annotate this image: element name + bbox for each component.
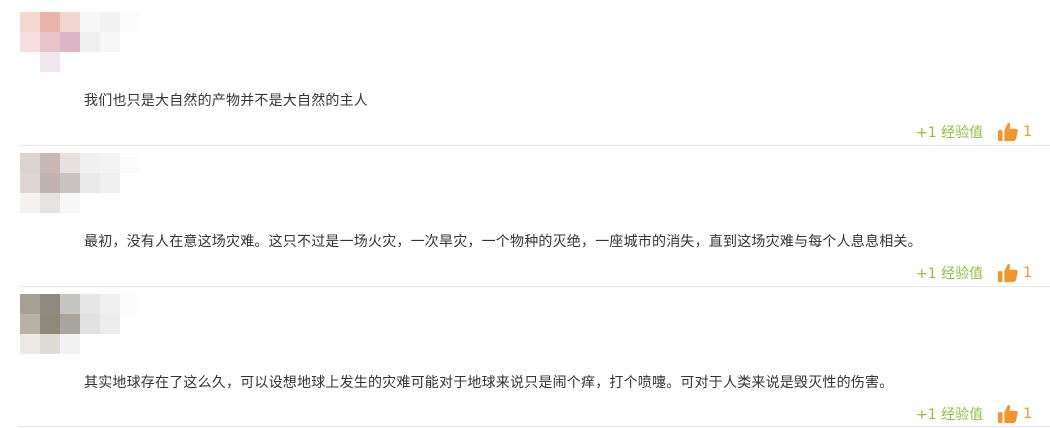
comment-item: 我们也只是大自然的产物并不是大自然的主人 +1 经验值 1 xyxy=(0,12,1050,154)
avatar-pixel xyxy=(20,173,40,193)
avatar-pixel xyxy=(40,32,60,52)
avatar-pixel xyxy=(120,32,140,52)
comment-item: 最初，没有人在意这场灾难。这只不过是一场火灾，一次旱灾，一个物种的灭绝，一座城市… xyxy=(0,153,1050,295)
like-count: 1 xyxy=(1023,265,1032,281)
avatar-pixel xyxy=(100,173,120,193)
avatar-pixel xyxy=(80,193,100,213)
thumbs-up-icon xyxy=(997,122,1018,142)
avatar-pixel xyxy=(80,334,100,354)
thumbs-up-icon xyxy=(997,263,1018,283)
avatar-pixel xyxy=(100,52,120,72)
avatar-pixel xyxy=(100,334,120,354)
avatar[interactable] xyxy=(20,153,140,213)
avatar-pixel xyxy=(120,334,140,354)
avatar-pixel xyxy=(100,314,120,334)
avatar-pixel xyxy=(100,193,120,213)
avatar-pixel xyxy=(40,52,60,72)
avatar-pixel xyxy=(40,12,60,32)
avatar-pixel xyxy=(60,153,80,173)
avatar-pixel xyxy=(60,314,80,334)
divider xyxy=(18,286,1050,287)
avatar-pixel xyxy=(20,153,40,173)
comment-text: 最初，没有人在意这场灾难。这只不过是一场火灾，一次旱灾，一个物种的灭绝，一座城市… xyxy=(84,234,922,250)
comment-item: 其实地球存在了这么久，可以设想地球上发生的灾难可能对于地球来说只是闹个痒，打个喷… xyxy=(0,294,1050,428)
avatar-pixel xyxy=(100,32,120,52)
avatar-pixel xyxy=(40,314,60,334)
like-button[interactable]: 1 xyxy=(997,121,1032,143)
avatar-pixel xyxy=(120,193,140,213)
avatar-pixel xyxy=(60,12,80,32)
avatar-pixel xyxy=(120,294,140,314)
avatar-pixel xyxy=(120,314,140,334)
comment-text: 其实地球存在了这么久，可以设想地球上发生的灾难可能对于地球来说只是闹个痒，打个喷… xyxy=(84,375,894,391)
avatar-pixel xyxy=(20,12,40,32)
avatar-pixel xyxy=(120,52,140,72)
comment-text: 我们也只是大自然的产物并不是大自然的主人 xyxy=(84,93,368,109)
avatar-pixel xyxy=(40,173,60,193)
avatar-pixel xyxy=(60,294,80,314)
avatar-pixel xyxy=(80,173,100,193)
avatar-pixel xyxy=(20,334,40,354)
avatar-pixel xyxy=(80,314,100,334)
xp-button[interactable]: +1 经验值 xyxy=(916,122,983,142)
avatar-pixel xyxy=(80,153,100,173)
avatar-pixel xyxy=(20,314,40,334)
avatar-pixel xyxy=(80,32,100,52)
avatar[interactable] xyxy=(20,12,140,72)
xp-button[interactable]: +1 经验值 xyxy=(916,404,983,424)
avatar-pixel xyxy=(80,294,100,314)
comment-list: 我们也只是大自然的产物并不是大自然的主人 +1 经验值 1 最初，没有人在意这场… xyxy=(0,0,1050,428)
thumbs-up-icon xyxy=(997,404,1018,424)
comment-actions: +1 经验值 1 xyxy=(916,402,1032,426)
avatar-pixel xyxy=(80,12,100,32)
avatar-pixel xyxy=(40,193,60,213)
comment-actions: +1 经验值 1 xyxy=(916,120,1032,144)
avatar-pixel xyxy=(100,294,120,314)
avatar-pixel xyxy=(80,52,100,72)
avatar-pixel xyxy=(40,153,60,173)
avatar-pixel xyxy=(60,32,80,52)
like-count: 1 xyxy=(1023,406,1032,422)
avatar-pixel xyxy=(40,334,60,354)
divider xyxy=(18,145,1050,146)
avatar-pixel xyxy=(60,334,80,354)
avatar-pixel xyxy=(60,193,80,213)
like-count: 1 xyxy=(1023,124,1032,140)
avatar-pixel xyxy=(20,193,40,213)
avatar-pixel xyxy=(20,32,40,52)
avatar-pixel xyxy=(120,153,140,173)
avatar[interactable] xyxy=(20,294,140,354)
avatar-pixel xyxy=(120,12,140,32)
xp-button[interactable]: +1 经验值 xyxy=(916,263,983,283)
like-button[interactable]: 1 xyxy=(997,262,1032,284)
avatar-pixel xyxy=(100,153,120,173)
avatar-pixel xyxy=(60,52,80,72)
avatar-pixel xyxy=(120,173,140,193)
comment-actions: +1 经验值 1 xyxy=(916,261,1032,285)
like-button[interactable]: 1 xyxy=(997,403,1032,425)
avatar-pixel xyxy=(100,12,120,32)
avatar-pixel xyxy=(20,52,40,72)
avatar-pixel xyxy=(40,294,60,314)
avatar-pixel xyxy=(20,294,40,314)
avatar-pixel xyxy=(60,173,80,193)
divider xyxy=(18,426,1050,427)
